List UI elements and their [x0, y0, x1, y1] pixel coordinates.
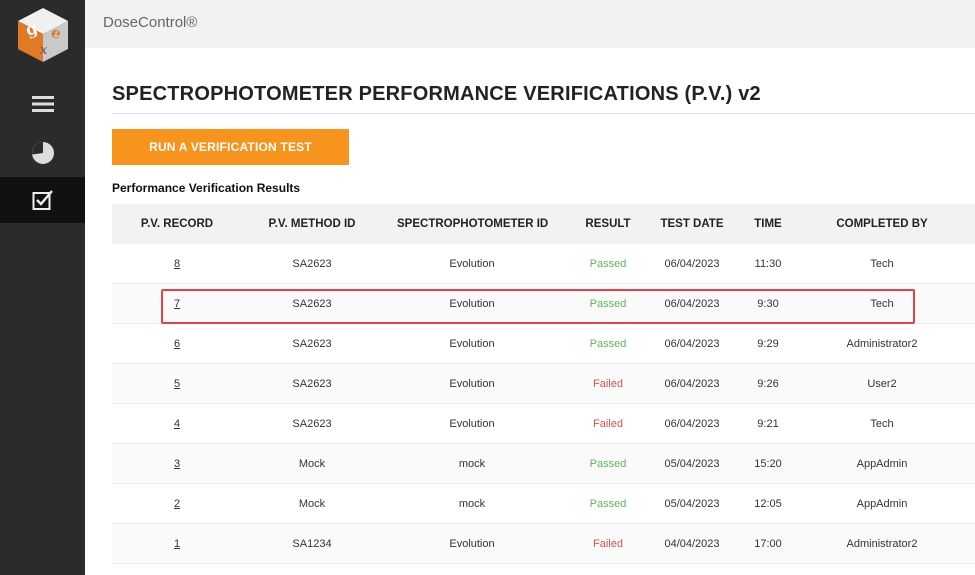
- table-row: 1 SA1234 Evolution Failed 04/04/2023 17:…: [112, 524, 975, 564]
- completed-by-cell: Administrator2: [846, 338, 918, 350]
- sidebar: g e x: [0, 0, 85, 575]
- sidebar-item-verifications[interactable]: [0, 177, 85, 223]
- time-cell: 9:30: [757, 298, 779, 310]
- column-header-pv-record[interactable]: P.V. RECORD: [122, 204, 232, 244]
- method-id-cell: SA2623: [292, 338, 332, 350]
- pv-record-link[interactable]: 3: [174, 458, 180, 470]
- svg-text:x: x: [40, 43, 48, 58]
- time-cell: 11:30: [754, 258, 782, 270]
- checkbox-icon: [32, 190, 53, 210]
- section-title: Performance Verification Results: [112, 181, 301, 195]
- completed-by-cell: User2: [867, 378, 897, 390]
- test-date-cell: 05/04/2023: [664, 458, 720, 470]
- test-date-cell: 06/04/2023: [664, 298, 720, 310]
- test-date-cell: 06/04/2023: [664, 418, 720, 430]
- column-header-completed-by[interactable]: COMPLETED BY: [812, 204, 952, 244]
- time-cell: 9:26: [757, 378, 779, 390]
- result-cell: Passed: [589, 258, 627, 270]
- method-id-cell: Mock: [298, 498, 326, 510]
- completed-by-cell: Tech: [870, 258, 894, 270]
- method-id-cell: SA2623: [292, 378, 332, 390]
- method-id-cell: SA2623: [292, 258, 332, 270]
- spectrophotometer-id-cell: Evolution: [449, 418, 495, 430]
- result-cell: Failed: [593, 418, 623, 430]
- results-table: P.V. RECORD P.V. METHOD ID SPECTROPHOTOM…: [112, 204, 975, 564]
- pv-record-link[interactable]: 7: [174, 298, 180, 310]
- time-cell: 12:05: [754, 498, 782, 510]
- completed-by-cell: Administrator2: [846, 538, 918, 550]
- app-name: DoseControl®: [103, 14, 198, 31]
- completed-by-cell: AppAdmin: [856, 498, 908, 510]
- hamburger-menu-icon: [31, 96, 54, 112]
- pv-record-link[interactable]: 1: [174, 538, 180, 550]
- sidebar-item-dashboard[interactable]: [0, 130, 85, 176]
- result-cell: Failed: [593, 378, 623, 390]
- test-date-cell: 05/04/2023: [664, 498, 720, 510]
- top-bar: DoseControl®: [85, 0, 975, 48]
- method-id-cell: SA2623: [292, 298, 332, 310]
- spectrophotometer-id-cell: Evolution: [449, 258, 495, 270]
- pv-record-link[interactable]: 2: [174, 498, 180, 510]
- table-row: 2 Mock mock Passed 05/04/2023 12:05 AppA…: [112, 484, 975, 524]
- method-id-cell: SA1234: [292, 538, 332, 550]
- spectrophotometer-id-cell: Evolution: [449, 378, 495, 390]
- column-header-spectrophotometer-id[interactable]: SPECTROPHOTOMETER ID: [397, 204, 548, 244]
- spectrophotometer-id-cell: mock: [458, 498, 486, 510]
- page-title: SPECTROPHOTOMETER PERFORMANCE VERIFICATI…: [112, 83, 761, 105]
- time-cell: 17:00: [754, 538, 782, 550]
- test-date-cell: 04/04/2023: [664, 538, 720, 550]
- spectrophotometer-id-cell: mock: [458, 458, 486, 470]
- result-cell: Passed: [589, 338, 627, 350]
- time-cell: 9:21: [757, 418, 779, 430]
- pv-record-link[interactable]: 4: [174, 418, 180, 430]
- result-cell: Passed: [589, 298, 627, 310]
- spectrophotometer-id-cell: Evolution: [449, 538, 495, 550]
- column-header-method-id[interactable]: P.V. METHOD ID: [252, 204, 372, 244]
- pv-record-link[interactable]: 5: [174, 378, 180, 390]
- result-cell: Passed: [589, 498, 627, 510]
- result-cell: Failed: [593, 538, 623, 550]
- result-cell: Passed: [589, 458, 627, 470]
- table-body: 8 SA2623 Evolution Passed 06/04/2023 11:…: [112, 244, 975, 564]
- run-verification-test-button[interactable]: RUN A VERIFICATION TEST: [112, 129, 349, 165]
- spectrophotometer-id-cell: Evolution: [449, 298, 495, 310]
- app-logo-icon[interactable]: g e x: [14, 6, 72, 64]
- pie-chart-icon: [31, 142, 54, 164]
- test-date-cell: 06/04/2023: [664, 378, 720, 390]
- sidebar-item-menu[interactable]: [0, 81, 85, 127]
- spectrophotometer-id-cell: Evolution: [449, 338, 495, 350]
- column-header-test-date[interactable]: TEST DATE: [652, 204, 732, 244]
- column-header-result[interactable]: RESULT: [577, 204, 639, 244]
- title-divider: [112, 113, 975, 114]
- table-row: 8 SA2623 Evolution Passed 06/04/2023 11:…: [112, 244, 975, 284]
- completed-by-cell: Tech: [870, 298, 894, 310]
- time-cell: 15:20: [754, 458, 782, 470]
- table-row: 7 SA2623 Evolution Passed 06/04/2023 9:3…: [112, 284, 975, 324]
- completed-by-cell: AppAdmin: [856, 458, 908, 470]
- main-content: SPECTROPHOTOMETER PERFORMANCE VERIFICATI…: [85, 48, 975, 575]
- table-row: 5 SA2623 Evolution Failed 06/04/2023 9:2…: [112, 364, 975, 404]
- method-id-cell: Mock: [298, 458, 326, 470]
- completed-by-cell: Tech: [870, 418, 894, 430]
- table-row: 4 SA2623 Evolution Failed 06/04/2023 9:2…: [112, 404, 975, 444]
- test-date-cell: 06/04/2023: [664, 258, 720, 270]
- pv-record-link[interactable]: 8: [174, 258, 180, 270]
- time-cell: 9:29: [757, 338, 779, 350]
- test-date-cell: 06/04/2023: [664, 338, 720, 350]
- column-header-time[interactable]: TIME: [742, 204, 794, 244]
- table-row: 3 Mock mock Passed 05/04/2023 15:20 AppA…: [112, 444, 975, 484]
- method-id-cell: SA2623: [292, 418, 332, 430]
- table-row: 6 SA2623 Evolution Passed 06/04/2023 9:2…: [112, 324, 975, 364]
- pv-record-link[interactable]: 6: [174, 338, 180, 350]
- table-header: P.V. RECORD P.V. METHOD ID SPECTROPHOTOM…: [112, 204, 975, 244]
